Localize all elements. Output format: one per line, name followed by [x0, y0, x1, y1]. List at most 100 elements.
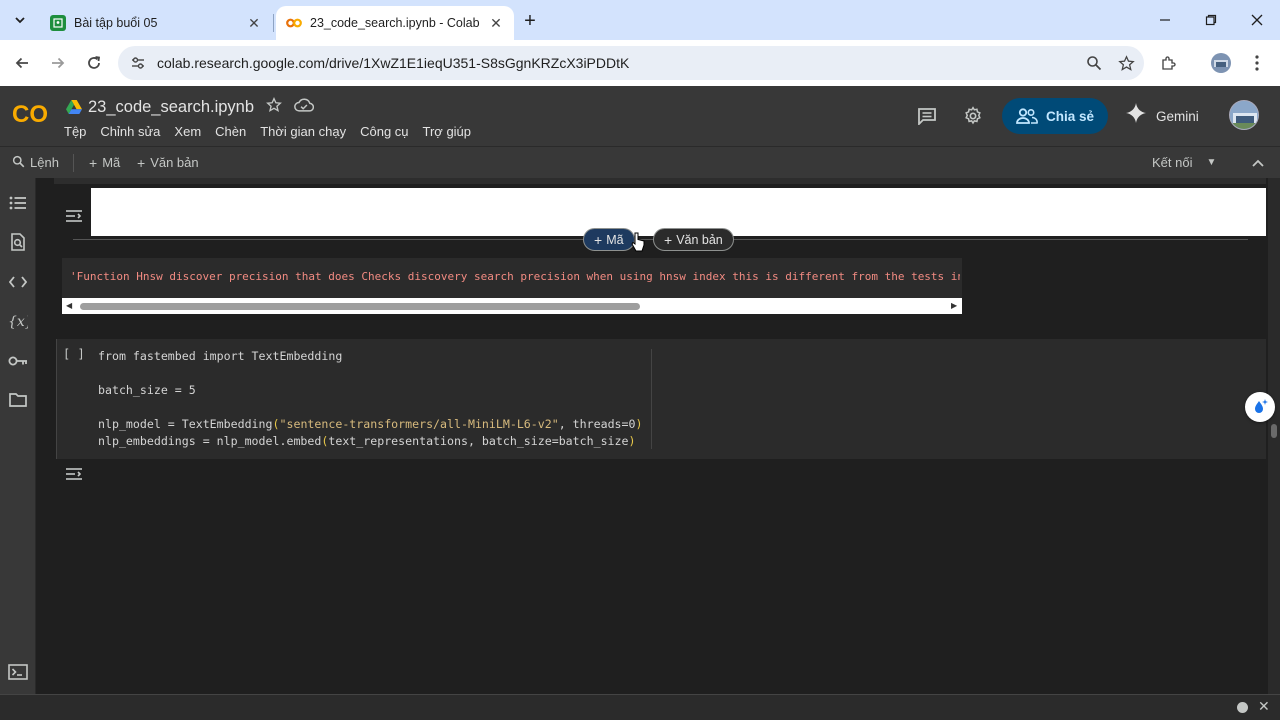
add-text-cell-button[interactable]: + Văn bản [137, 147, 199, 178]
menu-insert[interactable]: Chèn [215, 124, 246, 139]
share-button[interactable]: Chia sẻ [1002, 98, 1108, 134]
scrollbar-thumb[interactable] [80, 303, 640, 310]
left-sidebar: {x} [0, 178, 36, 694]
horizontal-scrollbar[interactable]: ◀ ▶ [62, 298, 962, 314]
reload-icon[interactable] [82, 51, 106, 75]
colab-favicon-icon [286, 15, 302, 31]
user-avatar[interactable] [1229, 100, 1259, 130]
command-label: Lệnh [30, 155, 59, 170]
connect-label: Kết nối [1152, 155, 1193, 170]
toolbar-divider [73, 154, 74, 172]
insert-code-label: Mã [606, 232, 624, 247]
comments-icon[interactable] [913, 102, 941, 130]
tab-bai-tap[interactable]: Bài tập buổi 05 ✕ [40, 6, 272, 40]
classroom-favicon-icon [50, 15, 66, 31]
cloud-saved-icon[interactable] [294, 97, 315, 118]
code-line: nlp_embeddings = nlp_model.embed(text_re… [98, 434, 636, 448]
colab-toolbar: Lệnh + Mã + Văn bản Kết nối ▼ [0, 146, 1280, 178]
bookmark-star-icon[interactable] [1112, 49, 1140, 77]
address-bar[interactable]: colab.research.google.com/drive/1XwZ1E1i… [118, 46, 1144, 80]
secrets-key-icon[interactable] [6, 349, 30, 373]
new-tab-plus-icon[interactable]: + [518, 9, 542, 33]
browser-menu-kebab-icon[interactable] [1245, 51, 1269, 75]
search-icon [12, 155, 25, 171]
insert-code-cell-button[interactable]: + Mã [583, 228, 635, 251]
colab-header: CO 23_code_search.ipynb Tệp Chỉnh sửa Xe… [0, 86, 1280, 146]
minimize-icon[interactable] [1145, 8, 1185, 32]
insert-text-label: Văn bản [676, 232, 723, 247]
close-tab-icon[interactable]: ✕ [486, 13, 506, 33]
forward-arrow-icon[interactable] [46, 51, 70, 75]
menu-runtime[interactable]: Thời gian chạy [260, 124, 346, 139]
output-string-text: 'Function Hnsw discover precision that d… [70, 270, 960, 283]
add-text-label: Văn bản [150, 155, 199, 170]
menu-help[interactable]: Trợ giúp [423, 124, 472, 139]
find-replace-icon[interactable] [6, 230, 30, 254]
svg-text:{x}: {x} [8, 314, 28, 329]
code-line: batch_size = 5 [98, 383, 196, 397]
menu-file[interactable]: Tệp [64, 124, 86, 139]
menu-tools[interactable]: Công cụ [360, 124, 408, 139]
people-icon [1016, 108, 1038, 124]
google-drive-icon [66, 100, 82, 114]
insert-text-cell-button[interactable]: + Văn bản [653, 228, 734, 251]
menu-view[interactable]: Xem [174, 124, 201, 139]
gemini-sparkle-icon [1126, 103, 1146, 129]
output-toggle-icon[interactable] [63, 465, 85, 483]
water-drop-sparkle-icon[interactable] [1245, 392, 1275, 422]
profile-avatar-icon[interactable] [1209, 51, 1233, 75]
menu-edit[interactable]: Chỉnh sửa [100, 124, 160, 139]
files-folder-icon[interactable] [6, 388, 30, 412]
share-label: Chia sẻ [1045, 108, 1095, 124]
tab-title: Bài tập buổi 05 [74, 16, 158, 30]
notebook-title[interactable]: 23_code_search.ipynb [88, 98, 254, 117]
terminal-icon[interactable] [8, 664, 28, 682]
menu-bar: Tệp Chỉnh sửa Xem Chèn Thời gian chạy Cô… [64, 124, 485, 139]
command-palette-button[interactable]: Lệnh [12, 147, 59, 178]
code-line: nlp_model = TextEmbedding("sentence-tran… [98, 417, 643, 431]
add-code-cell-button[interactable]: + Mã [89, 147, 120, 178]
output-toggle-icon[interactable] [63, 207, 85, 225]
connect-runtime-button[interactable]: Kết nối ▼ [1152, 147, 1216, 178]
tab-title: 23_code_search.ipynb - Colab [310, 16, 480, 30]
add-code-label: Mã [102, 155, 121, 170]
back-arrow-icon[interactable] [10, 51, 34, 75]
scroll-right-arrow-icon[interactable]: ▶ [951, 301, 957, 310]
code-cell[interactable]: [ ] from fastembed import TextEmbedding … [56, 339, 1266, 459]
plus-icon: + [89, 154, 98, 171]
close-tab-icon[interactable]: ✕ [244, 13, 264, 33]
colab-logo[interactable]: CO [12, 100, 52, 128]
gemini-label: Gemini [1156, 108, 1199, 124]
scroll-left-arrow-icon[interactable]: ◀ [66, 301, 72, 310]
site-info-tune-icon[interactable] [126, 51, 150, 75]
vertical-scrollbar[interactable] [1268, 178, 1280, 694]
tab-colab[interactable]: 23_code_search.ipynb - Colab ✕ [276, 6, 514, 40]
code-snippets-icon[interactable] [6, 270, 30, 294]
scrollbar-thumb[interactable] [1271, 424, 1277, 438]
extensions-puzzle-icon[interactable] [1157, 51, 1181, 75]
status-close-icon[interactable]: ✕ [1258, 698, 1270, 715]
mouse-pointer-icon [631, 232, 645, 252]
browser-toolbar: colab.research.google.com/drive/1XwZ1E1i… [0, 40, 1280, 86]
plus-icon: + [137, 154, 146, 171]
connect-dropdown-icon[interactable]: ▼ [1206, 157, 1216, 168]
settings-gear-icon[interactable] [959, 102, 987, 130]
status-indicator-icon[interactable] [1237, 702, 1248, 713]
url-text[interactable]: colab.research.google.com/drive/1XwZ1E1i… [157, 55, 1080, 71]
star-notebook-icon[interactable] [266, 96, 282, 118]
run-cell-button[interactable]: [ ] [63, 347, 85, 361]
plus-icon: + [594, 231, 603, 248]
table-of-contents-icon[interactable] [6, 191, 30, 215]
variables-icon[interactable]: {x} [6, 309, 30, 333]
text-output-block: 'Function Hnsw discover precision that d… [62, 258, 962, 314]
code-editor[interactable]: from fastembed import TextEmbedding batc… [98, 348, 642, 450]
tab-search-chevron-icon[interactable] [8, 8, 32, 32]
zoom-search-icon[interactable] [1080, 49, 1108, 77]
previous-cell-edge [54, 178, 1266, 184]
gemini-button[interactable]: Gemini [1126, 102, 1199, 130]
window-close-icon[interactable] [1237, 8, 1277, 32]
tab-divider [273, 14, 274, 32]
collapse-header-chevron-icon[interactable] [1248, 153, 1268, 173]
restore-icon[interactable] [1191, 8, 1231, 32]
status-bar: ✕ [0, 694, 1280, 720]
